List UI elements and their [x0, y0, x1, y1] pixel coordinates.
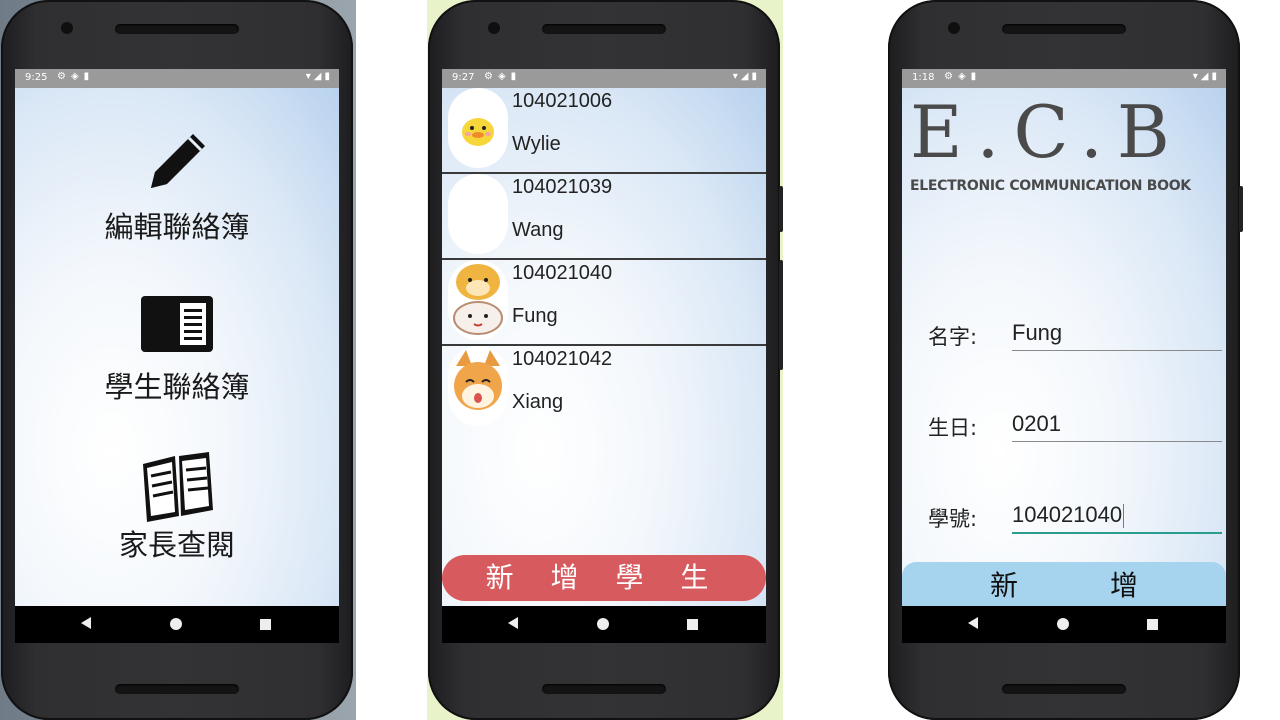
recent-apps-icon[interactable] [260, 619, 271, 630]
student-id: 104021006 [512, 90, 613, 112]
navigation-bar [442, 606, 766, 643]
menu-label: 學生聯絡簿 [104, 370, 250, 404]
front-camera [948, 22, 960, 34]
add-student-form-content: E.C.B ELECTRONIC COMMUNICATION BOOK 名字: … [902, 88, 1226, 606]
power-button [779, 186, 783, 232]
top-speaker [115, 24, 239, 34]
navigation-bar [902, 606, 1226, 643]
notebook-icon [141, 296, 213, 352]
status-time: 1:18 [912, 72, 935, 83]
back-icon[interactable] [508, 617, 518, 629]
status-notification-icons: ⚙◈▮ [944, 71, 982, 82]
ecb-logo: E.C.B ELECTRONIC COMMUNICATION BOOK [902, 90, 1226, 213]
screen: 1:18 ⚙◈▮ ▾◢▮ E.C.B ELECTRONIC COMMUNICAT… [902, 69, 1226, 643]
status-signal-battery-icons: ▾◢▮ [732, 71, 760, 82]
bottom-speaker [115, 684, 239, 694]
screen: 9:27 ⚙◈▮ ▾◢▮ 104021006 Wylie 104021039 W… [442, 69, 766, 643]
screen: 9:25 ⚙◈▮ ▾◢▮ 編輯聯絡簿 學生聯絡簿 家長查閱 [15, 69, 339, 643]
birthday-field-underline [1012, 441, 1222, 442]
power-button [1239, 186, 1243, 232]
front-camera [488, 22, 500, 34]
name-field[interactable]: Fung [1012, 320, 1062, 346]
phone-main-menu: 9:25 ⚙◈▮ ▾◢▮ 編輯聯絡簿 學生聯絡簿 家長查閱 [1, 0, 353, 720]
logo-title: E.C.B [910, 90, 1184, 174]
recent-apps-icon[interactable] [687, 619, 698, 630]
dog-with-bandage-avatar [448, 260, 508, 340]
status-signal-battery-icons: ▾◢▮ [305, 71, 333, 82]
birthday-field[interactable]: 0201 [1012, 411, 1061, 437]
student-id-field-underline [1012, 532, 1222, 534]
status-notification-icons: ⚙◈▮ [484, 71, 522, 82]
dog-icon [453, 264, 503, 335]
status-time: 9:25 [25, 72, 48, 83]
top-speaker [542, 24, 666, 34]
main-menu-content: 編輯聯絡簿 學生聯絡簿 家長查閱 [15, 88, 339, 606]
phone-student-list: 9:27 ⚙◈▮ ▾◢▮ 104021006 Wylie 104021039 W… [428, 0, 783, 720]
home-icon[interactable] [1057, 618, 1069, 630]
blank-avatar [448, 174, 508, 254]
status-time: 9:27 [452, 72, 475, 83]
menu-label: 編輯聯絡簿 [104, 210, 250, 244]
back-icon[interactable] [968, 617, 978, 629]
bottom-speaker [542, 684, 666, 694]
add-student-button[interactable]: 新 增 學 生 [442, 555, 766, 601]
status-bar: 9:27 ⚙◈▮ ▾◢▮ [442, 69, 766, 88]
student-row[interactable]: 104021040 Fung [442, 260, 766, 346]
logo-subtitle: ELECTRONIC COMMUNICATION BOOK [910, 178, 1191, 194]
student-row[interactable]: 104021006 Wylie [442, 88, 766, 174]
navigation-bar [15, 606, 339, 643]
student-name: Fung [512, 305, 558, 327]
shiba-icon [454, 350, 502, 410]
student-id-label: 學號: [928, 507, 978, 531]
name-field-underline [1012, 350, 1222, 351]
top-speaker [1002, 24, 1126, 34]
submit-add-button[interactable]: 新 增 [902, 562, 1226, 606]
student-row[interactable]: 104021039 Wang [442, 174, 766, 260]
name-label: 名字: [928, 325, 978, 349]
student-name: Xiang [512, 391, 564, 413]
student-name: Wang [512, 219, 564, 241]
back-icon[interactable] [81, 617, 91, 629]
menu-label: 家長查閱 [118, 528, 235, 562]
status-bar: 1:18 ⚙◈▮ ▾◢▮ [902, 69, 1226, 88]
phone-add-student-form: 1:18 ⚙◈▮ ▾◢▮ E.C.B ELECTRONIC COMMUNICAT… [888, 0, 1243, 720]
home-icon[interactable] [170, 618, 182, 630]
bottom-speaker [1002, 684, 1126, 694]
menu-parent-view[interactable]: 家長查閱 [15, 446, 339, 576]
duck-icon [462, 118, 494, 146]
student-id-field[interactable]: 104021040 [1012, 502, 1125, 529]
status-bar: 9:25 ⚙◈▮ ▾◢▮ [15, 69, 339, 88]
student-id-value: 104021040 [1012, 502, 1123, 527]
student-name: Wylie [512, 133, 561, 155]
text-cursor [1123, 504, 1125, 529]
student-id: 104021040 [512, 262, 613, 284]
menu-edit-contact-book[interactable]: 編輯聯絡簿 [15, 118, 339, 248]
birthday-label: 生日: [928, 416, 978, 440]
status-notification-icons: ⚙◈▮ [57, 71, 95, 82]
student-id: 104021039 [512, 176, 613, 198]
student-id: 104021042 [512, 348, 613, 370]
student-row[interactable]: 104021042 Xiang [442, 346, 766, 430]
pencil-icon [151, 134, 205, 188]
home-icon[interactable] [597, 618, 609, 630]
volume-button [779, 260, 783, 370]
recent-apps-icon[interactable] [1147, 619, 1158, 630]
front-camera [61, 22, 73, 34]
open-book-icon [143, 452, 213, 522]
shiba-dog-avatar [448, 346, 508, 426]
yellow-duck-avatar [448, 88, 508, 168]
status-signal-battery-icons: ▾◢▮ [1192, 71, 1220, 82]
student-list-content: 104021006 Wylie 104021039 Wang 104021040… [442, 88, 766, 606]
menu-student-contact-book[interactable]: 學生聯絡簿 [15, 288, 339, 408]
